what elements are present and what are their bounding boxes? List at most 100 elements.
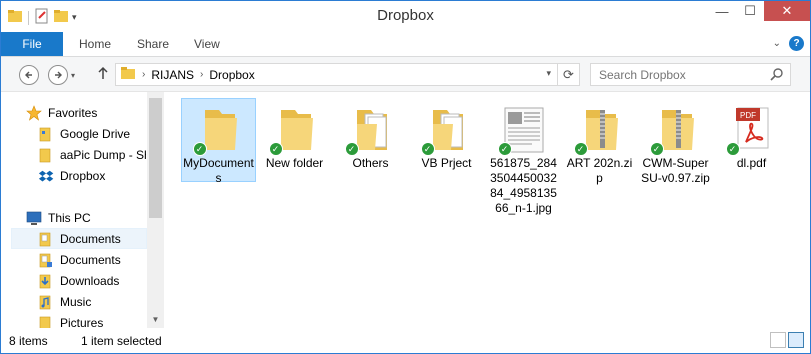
item-count: 8 items (9, 334, 48, 348)
file-item-others[interactable]: ✓ Others (333, 98, 408, 171)
file-name: Others (352, 156, 389, 170)
nav-label: Music (60, 294, 92, 309)
documents-folder-icon (38, 231, 54, 247)
folder-icon: ✓ (191, 102, 247, 156)
help-icon[interactable]: ? (789, 36, 804, 51)
navigation-pane: Favorites Google Drive aaPic Dump - Sh D… (1, 92, 164, 328)
pdf-badge-label: PDF (740, 111, 756, 120)
close-button[interactable]: ✕ (764, 1, 810, 21)
nav-label: Downloads (60, 273, 120, 288)
file-name: CWM-SuperSU-v0.97.zip (641, 156, 710, 185)
file-item-dl-pdf[interactable]: PDF ✓ dl.pdf (714, 98, 789, 171)
nav-item-google-drive[interactable]: Google Drive (38, 123, 146, 144)
file-name: VB Prject (421, 156, 472, 170)
zip-folder-icon: ✓ (572, 102, 628, 156)
search-box[interactable] (590, 63, 791, 86)
pdf-file-icon: PDF ✓ (724, 102, 780, 156)
expand-ribbon-icon[interactable]: ⌄ (773, 38, 781, 49)
back-button[interactable] (19, 65, 39, 85)
tab-file[interactable]: File (1, 32, 63, 56)
music-folder-icon (38, 294, 54, 310)
breadcrumb-separator-icon[interactable]: › (142, 69, 145, 80)
nav-scrollbar[interactable]: ▲ ▼ (147, 92, 164, 328)
nav-label: aaPic Dump - Sh (60, 147, 146, 162)
folder-icon: ✓ (267, 102, 323, 156)
breadcrumb-dropbox[interactable]: Dropbox (209, 68, 254, 82)
view-switcher (770, 332, 804, 348)
sync-check-icon: ✓ (192, 142, 207, 156)
dropbox-icon (38, 168, 54, 184)
nav-item-music[interactable]: Music (38, 291, 146, 312)
tab-view[interactable]: View (194, 32, 220, 56)
ribbon-help-area: ⌄ ? (773, 36, 804, 51)
sync-check-icon: ✓ (268, 142, 283, 156)
nav-item-downloads[interactable]: Downloads (38, 270, 146, 291)
sync-check-icon: ✓ (497, 142, 512, 156)
tab-share[interactable]: Share (137, 32, 169, 56)
sync-check-icon: ✓ (344, 142, 359, 156)
folder-location-icon (120, 66, 136, 83)
file-list: ✓ MyDocuments ✓ New folder ✓ Others ✓ VB… (164, 92, 810, 328)
image-thumbnail-icon: ✓ (496, 102, 552, 156)
scroll-thumb[interactable] (149, 98, 162, 218)
selection-count: 1 item selected (81, 334, 162, 348)
address-row: ▾ › RIJANS › Dropbox ▾ ⟳ (1, 57, 810, 92)
nav-favorites[interactable]: Favorites (26, 102, 146, 123)
nav-item-aapic-dump[interactable]: aaPic Dump - Sh (38, 144, 146, 165)
nav-item-pictures[interactable]: Pictures (38, 312, 146, 328)
explorer-window: ▾ Dropbox — ☐ ✕ File Home Share View ⌄ ?… (0, 0, 811, 354)
title-bar: ▾ Dropbox — ☐ ✕ (1, 1, 810, 32)
up-button[interactable] (97, 66, 109, 83)
search-input[interactable] (591, 64, 761, 85)
sync-check-icon: ✓ (420, 142, 435, 156)
tab-home[interactable]: Home (79, 32, 111, 56)
nav-label: Documents (60, 252, 121, 267)
large-icons-view-icon[interactable] (788, 332, 804, 348)
nav-label: Documents (60, 231, 121, 246)
window-title: Dropbox (377, 7, 434, 24)
sync-check-icon: ✓ (649, 142, 664, 156)
pictures-folder-icon (38, 315, 54, 328)
documents-folder-icon: ✓ (419, 102, 475, 156)
search-icon[interactable] (770, 67, 784, 84)
recent-locations-icon[interactable]: ▾ (71, 71, 75, 80)
maximize-button[interactable]: ☐ (736, 1, 764, 21)
forward-button[interactable] (48, 65, 68, 85)
file-item-mydocuments[interactable]: ✓ MyDocuments (181, 98, 256, 186)
nav-label: Favorites (48, 105, 98, 120)
file-name: dl.pdf (736, 156, 767, 170)
star-icon (26, 104, 42, 121)
file-item-new-folder[interactable]: ✓ New folder (257, 98, 332, 171)
breadcrumb-rijans[interactable]: RIJANS (151, 68, 194, 82)
breadcrumb-separator-icon[interactable]: › (200, 69, 203, 80)
address-dropdown-icon[interactable]: ▾ (546, 68, 551, 79)
forward-arrow-icon (55, 71, 62, 79)
minimize-button[interactable]: — (708, 1, 736, 21)
nav-item-documents-selected[interactable]: Documents (11, 228, 147, 249)
window-controls: — ☐ ✕ (708, 1, 810, 21)
file-item-art-zip[interactable]: ✓ ART 202n.zip (562, 98, 637, 186)
file-item-cwm-zip[interactable]: ✓ CWM-SuperSU-v0.97.zip (638, 98, 713, 186)
folder-icon (38, 126, 54, 142)
up-arrow-icon (98, 66, 108, 79)
status-bar: 8 items 1 item selected (1, 328, 810, 353)
file-item-vb-prject[interactable]: ✓ VB Prject (409, 98, 484, 171)
sync-check-icon: ✓ (725, 142, 740, 156)
computer-icon (26, 210, 42, 226)
details-view-icon[interactable] (770, 332, 786, 348)
address-bar[interactable]: › RIJANS › Dropbox ▾ ⟳ (115, 63, 580, 86)
sync-check-icon: ✓ (573, 142, 588, 156)
refresh-button[interactable]: ⟳ (557, 64, 579, 85)
file-name: 561875_284350445003284_495813566_n-1.jpg (490, 156, 557, 215)
ribbon-tabs: File Home Share View ⌄ ? (1, 32, 810, 57)
downloads-folder-icon (38, 273, 54, 289)
nav-label: This PC (48, 210, 91, 225)
nav-item-documents[interactable]: Documents (38, 249, 146, 270)
file-item-jpg[interactable]: ✓ 561875_284350445003284_495813566_n-1.j… (486, 98, 561, 216)
nav-this-pc[interactable]: This PC (26, 207, 146, 228)
documents-folder-icon (38, 252, 54, 268)
back-arrow-icon (25, 71, 32, 79)
scroll-down-icon[interactable]: ▼ (147, 311, 164, 328)
nav-label: Pictures (60, 315, 104, 329)
nav-item-dropbox[interactable]: Dropbox (38, 165, 146, 186)
